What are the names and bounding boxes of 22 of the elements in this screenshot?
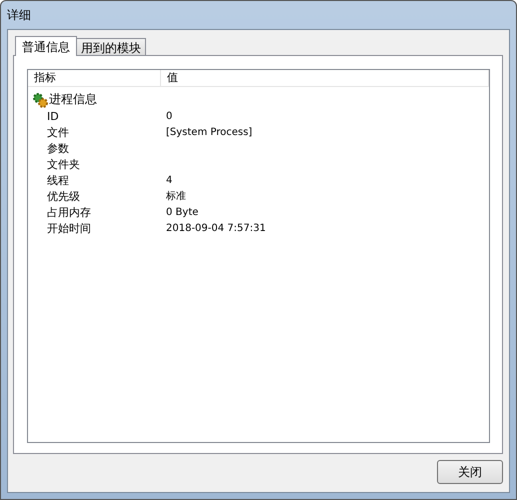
property-value: 0 Byte bbox=[165, 206, 200, 218]
property-name: 开始时间 bbox=[46, 220, 92, 236]
gears-icon bbox=[32, 92, 48, 108]
property-name: 文件夹 bbox=[46, 156, 81, 172]
column-header[interactable]: 值 bbox=[161, 70, 489, 86]
property-name: 文件 bbox=[46, 124, 70, 140]
property-name: 参数 bbox=[46, 140, 70, 156]
property-name: 线程 bbox=[46, 172, 70, 188]
window-title: 详细 bbox=[7, 6, 31, 24]
property-name: 占用内存 bbox=[46, 204, 92, 220]
tree-node[interactable]: 进程信息 bbox=[49, 91, 97, 108]
property-value: 0 bbox=[165, 110, 174, 122]
property-name: ID bbox=[46, 110, 60, 122]
tab[interactable]: 普通信息 bbox=[15, 36, 77, 56]
close-button[interactable]: 关闭 bbox=[437, 460, 503, 484]
property-value: 4 bbox=[165, 174, 174, 186]
property-value: [System Process] bbox=[165, 126, 254, 138]
property-name: 优先级 bbox=[46, 188, 81, 204]
property-value: 标准 bbox=[165, 190, 187, 203]
property-value: 2018-09-04 7:57:31 bbox=[165, 222, 267, 234]
tab[interactable]: 用到的模块 bbox=[76, 38, 146, 56]
column-header[interactable]: 指标 bbox=[28, 70, 161, 86]
